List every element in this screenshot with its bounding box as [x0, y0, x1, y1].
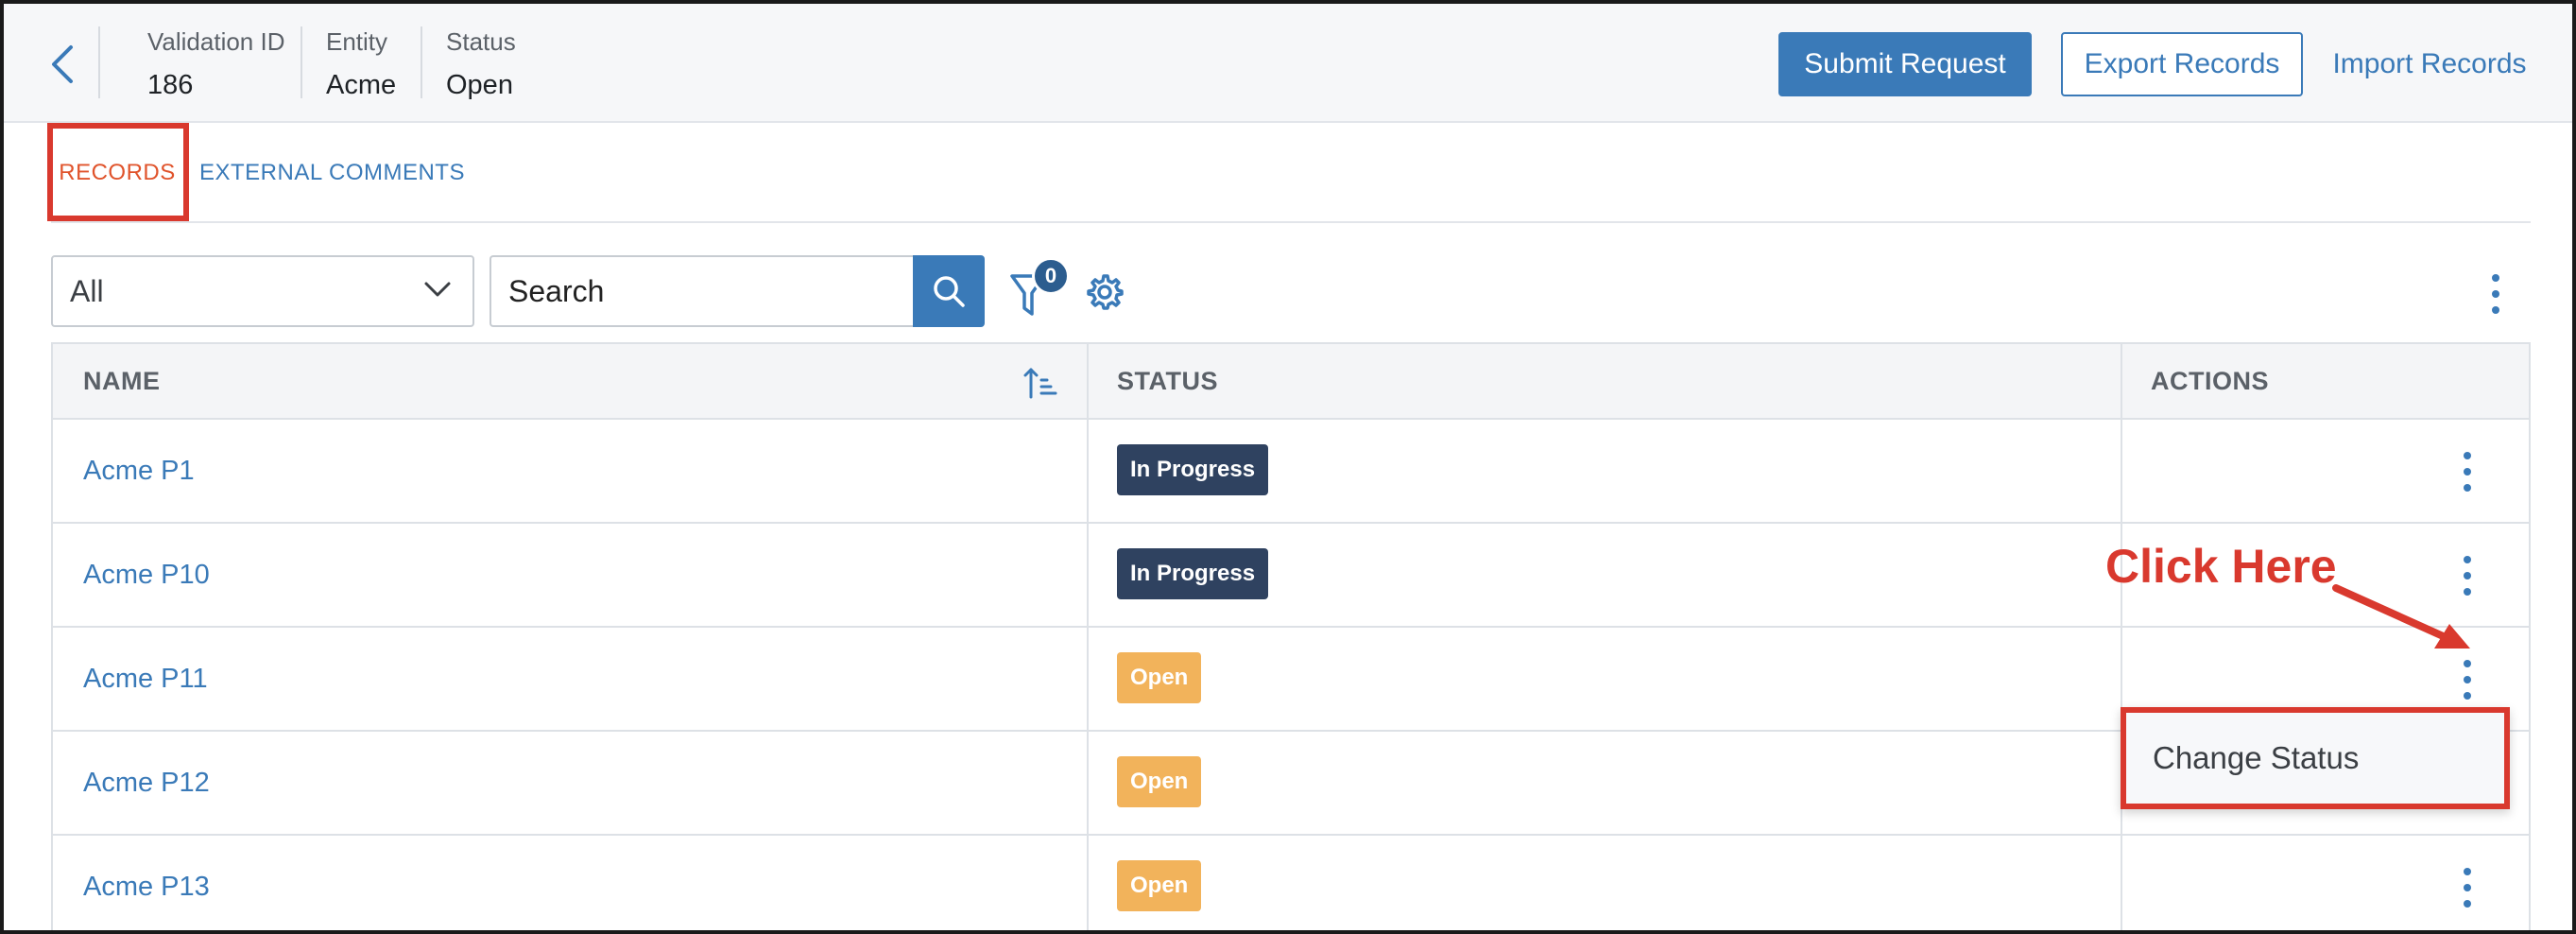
sort-ascending-icon[interactable] [1022, 365, 1058, 401]
validation-id-field: Validation ID 186 [147, 26, 285, 104]
record-name-link[interactable]: Acme P12 [83, 732, 210, 834]
submit-request-button[interactable]: Submit Request [1778, 32, 2032, 96]
status-badge: In Progress [1117, 548, 1269, 599]
header-divider [301, 26, 302, 98]
change-status-menu-item[interactable]: Change Status [2126, 713, 2504, 804]
table-header: NAME STATUS ACTIONS [53, 344, 2529, 420]
kebab-icon[interactable] [2453, 448, 2482, 495]
chevron-left-icon [52, 45, 73, 83]
validation-id-value: 186 [147, 70, 194, 100]
header-divider [421, 26, 422, 98]
record-name-link[interactable]: Acme P10 [83, 524, 210, 626]
kebab-icon[interactable] [2453, 552, 2482, 599]
kebab-icon [2492, 274, 2499, 314]
record-name-link[interactable]: Acme P11 [83, 628, 208, 730]
status-field: Status Open [446, 26, 516, 104]
records-table: NAME STATUS ACTIONS Acme P1 In Progress [51, 342, 2531, 930]
gear-icon [1087, 274, 1124, 310]
import-records-button[interactable]: Import Records [2321, 32, 2538, 96]
status-value: Open [446, 70, 513, 100]
status-badge: Open [1117, 860, 1202, 911]
table-row: Acme P13 Open [53, 836, 2529, 930]
search-icon [934, 276, 965, 307]
validation-id-label: Validation ID [147, 27, 285, 56]
page-header: Validation ID 186 Entity Acme Status Ope… [4, 4, 2572, 123]
back-button[interactable] [43, 38, 81, 91]
actions-dropdown-menu: Change Status [2121, 707, 2510, 809]
column-header-status: STATUS [1117, 366, 1218, 395]
tab-bar: RECORDS EXTERNAL COMMENTS [51, 125, 2531, 223]
record-name-link[interactable]: Acme P13 [83, 836, 210, 930]
search-input[interactable] [489, 255, 915, 327]
app-frame: Validation ID 186 Entity Acme Status Ope… [0, 0, 2576, 934]
status-label: Status [446, 27, 516, 56]
entity-value: Acme [326, 70, 397, 100]
column-header-actions: ACTIONS [2151, 366, 2269, 395]
tab-external-comments[interactable]: EXTERNAL COMMENTS [199, 125, 465, 221]
filter-button[interactable]: 0 [1009, 257, 1070, 321]
filter-select[interactable]: All [51, 255, 474, 327]
toolbar-more-button[interactable] [2482, 270, 2510, 318]
chevron-down-icon [424, 282, 451, 297]
column-header-name[interactable]: NAME [83, 344, 161, 418]
tab-records[interactable]: RECORDS [51, 125, 183, 221]
kebab-icon[interactable] [2453, 656, 2482, 703]
kebab-icon[interactable] [2453, 864, 2482, 911]
header-divider [98, 26, 100, 98]
entity-field: Entity Acme [326, 26, 396, 104]
filter-count-badge: 0 [1032, 257, 1070, 295]
filter-select-value: All [70, 273, 104, 308]
table-row: Acme P1 In Progress [53, 420, 2529, 524]
status-badge: In Progress [1117, 444, 1269, 495]
click-here-annotation: Click Here [2105, 540, 2337, 593]
settings-button[interactable] [1085, 272, 1125, 312]
search-button[interactable] [913, 255, 985, 327]
record-name-link[interactable]: Acme P1 [83, 420, 195, 522]
entity-label: Entity [326, 27, 388, 56]
export-records-button[interactable]: Export Records [2061, 32, 2303, 96]
status-badge: Open [1117, 652, 1202, 703]
status-badge: Open [1117, 756, 1202, 807]
